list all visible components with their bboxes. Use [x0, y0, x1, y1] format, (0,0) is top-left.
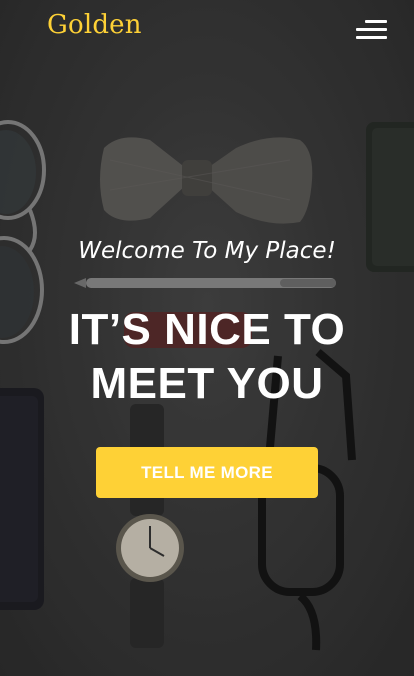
tell-me-more-button[interactable]: TELL ME MORE	[96, 447, 318, 498]
menu-toggle-button[interactable]	[355, 18, 387, 42]
hero-section: Golden Welcome To My Place! IT’S NICE TO…	[0, 0, 414, 676]
navbar: Golden	[0, 0, 414, 58]
hero-heading: IT’S NICE TO MEET YOU	[20, 303, 394, 411]
brand-logo-link[interactable]: Golden	[47, 10, 142, 40]
hero-heading-line1: IT’S NICE TO	[68, 305, 346, 354]
hamburger-menu-icon	[365, 20, 387, 23]
hero-subheading: Welcome To My Place!	[78, 238, 336, 264]
hero-heading-line2: MEET YOU	[90, 359, 324, 408]
